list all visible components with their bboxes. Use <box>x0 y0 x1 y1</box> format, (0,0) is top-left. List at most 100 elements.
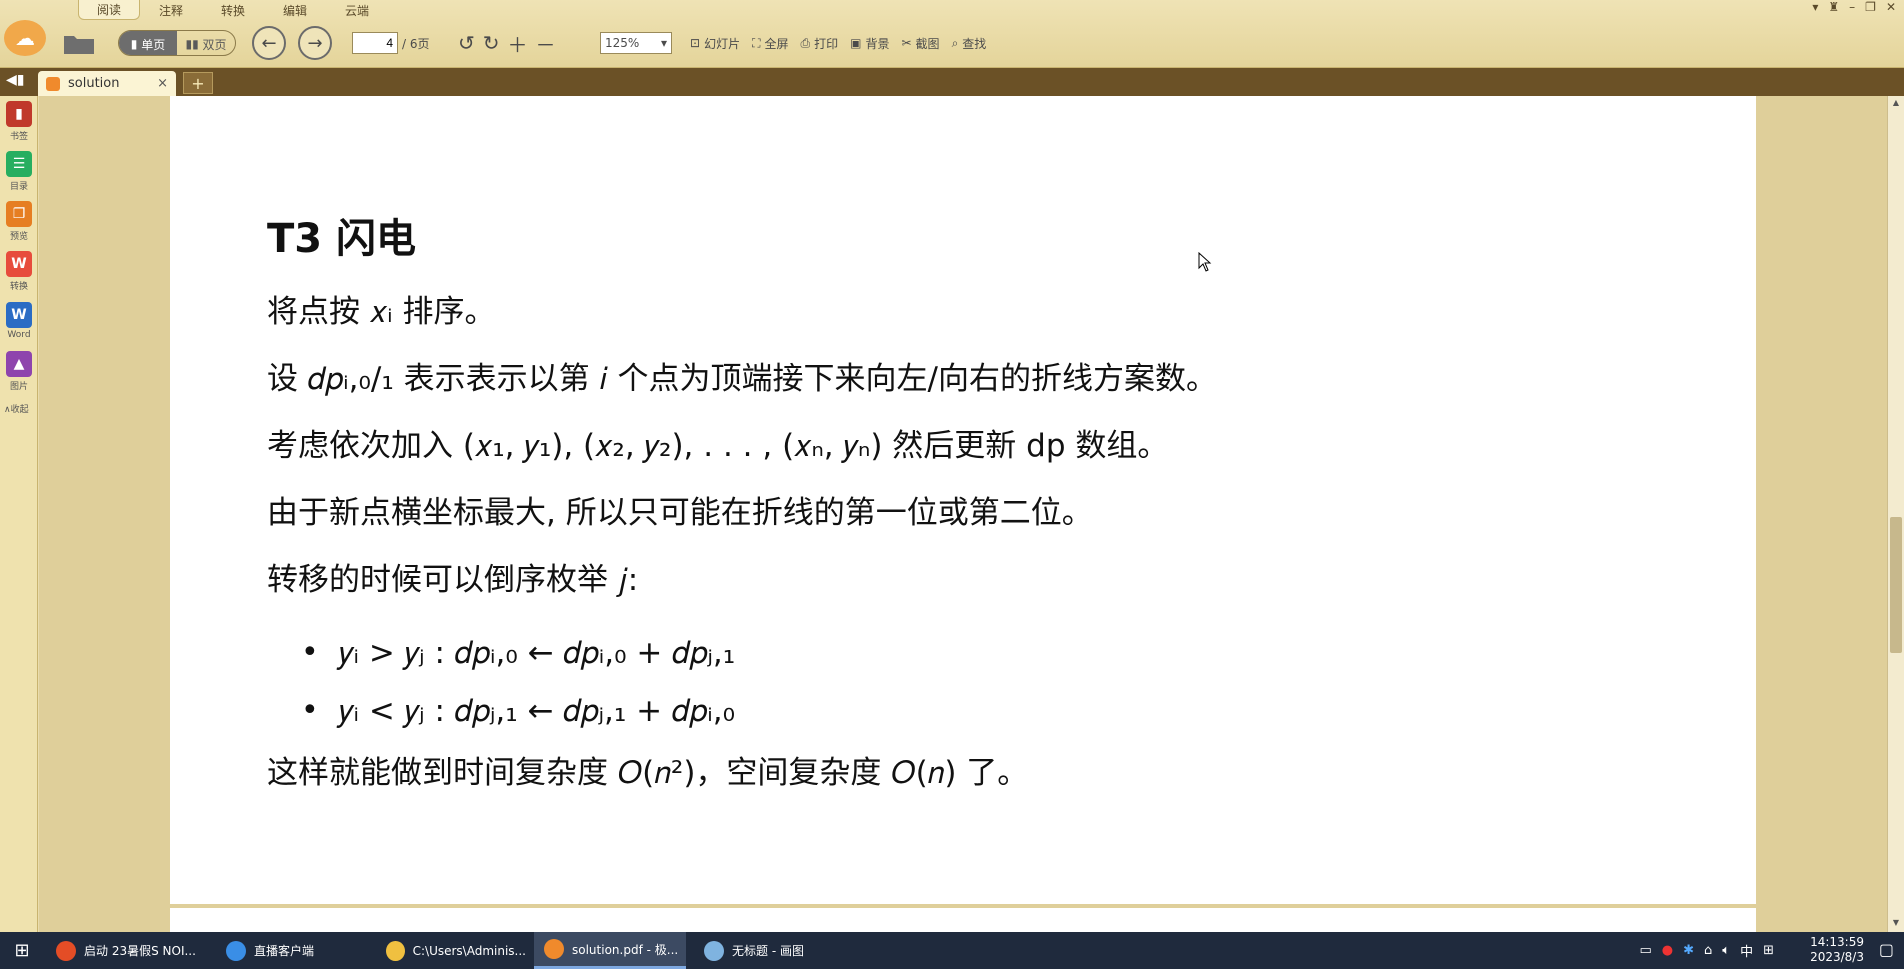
transition-list: 𝑦ᵢ > 𝑦ⱼ : 𝑑𝑝ᵢ,₀ ← 𝑑𝑝ᵢ,₀ + 𝑑𝑝ⱼ,₁ 𝑦ᵢ < 𝑦ⱼ … <box>267 633 1567 749</box>
menu-tab-annotate[interactable]: 注释 <box>140 0 202 20</box>
system-clock[interactable]: 14:13:59 2023/8/3 <box>1810 935 1864 965</box>
keyboard-icon[interactable]: ⊞ <box>1763 943 1774 958</box>
rotate-left-icon[interactable]: ↺ <box>458 31 475 55</box>
scroll-down-icon[interactable]: ▼ <box>1890 918 1902 930</box>
menu-tab-convert[interactable]: 转换 <box>202 0 264 20</box>
minimize-icon[interactable]: – <box>1849 0 1855 14</box>
taskbar-app-2[interactable]: C:\Users\Adminis... <box>376 932 526 969</box>
app-icon <box>544 939 564 959</box>
list-item: 𝑦ᵢ > 𝑦ⱼ : 𝑑𝑝ᵢ,₀ ← 𝑑𝑝ᵢ,₀ + 𝑑𝑝ⱼ,₁ <box>301 633 1567 691</box>
sidebar-item-label: 图片 <box>9 381 28 392</box>
paragraph-line: 考虑依次加入 (𝑥₁, 𝑦₁), (𝑥₂, 𝑦₂), . . . , (𝑥ₙ, … <box>267 428 1169 464</box>
menu-tabs: 阅读 注释 转换 编辑 云端 <box>78 0 388 20</box>
bluetooth-icon[interactable]: ✱ <box>1683 943 1694 958</box>
sidebar-item-0[interactable]: ▮ 书签 <box>0 96 38 146</box>
paragraph-line: 由于新点横坐标最大, 所以只可能在折线的第一位或第二位。 <box>267 495 1093 531</box>
taskbar-app-label: 直播客户端 <box>254 944 315 958</box>
scroll-up-icon[interactable]: ▲ <box>1890 98 1902 110</box>
list-item: 𝑦ᵢ < 𝑦ⱼ : 𝑑𝑝ⱼ,₁ ← 𝑑𝑝ⱼ,₁ + 𝑑𝑝ᵢ,₀ <box>301 691 1567 749</box>
app-icon <box>386 940 405 961</box>
page-number-input[interactable] <box>352 32 398 54</box>
zoom-out-icon[interactable]: － <box>536 29 556 58</box>
sidebar-item-label: 预览 <box>9 231 28 242</box>
windows-taskbar: ⊞ 启动 23暑假S NOI... 直播客户端 C:\Users\Adminis..… <box>0 932 1904 969</box>
folder-icon <box>64 36 94 54</box>
sidebar-collapse-button[interactable]: ∧收起 <box>0 402 37 415</box>
ime-indicator[interactable]: 中 <box>1740 941 1753 960</box>
mouse-cursor-icon <box>1198 252 1212 272</box>
sidebar-tool-icon: ☰ <box>6 150 32 177</box>
clock-time: 14:13:59 <box>1810 935 1864 949</box>
taskbar-app-3[interactable]: solution.pdf - 极... <box>534 932 686 969</box>
slideshow-icon: ⊡ <box>690 36 701 50</box>
collapse-panel-icon[interactable]: ◀▮ <box>6 72 24 88</box>
sidebar-item-label: 转换 <box>9 281 28 292</box>
sidebar-tool-icon: ▮ <box>6 100 32 127</box>
app-logo-icon[interactable]: ☁ <box>4 20 46 56</box>
document-tab-bar: ◀▮ solution × + <box>0 68 1904 96</box>
taskbar-app-label: C:\Users\Adminis... <box>412 943 526 958</box>
fullscreen-icon: ⛶ <box>752 35 761 50</box>
document-viewport[interactable]: T3 闪电 将点按 𝑥ᵢ 排序。 设 𝑑𝑝ᵢ,₀/₁ 表示表示以第 𝑖 个点为顶… <box>39 96 1887 932</box>
zoom-select[interactable]: 125% ▾ <box>600 32 672 54</box>
arrow-right-icon: → <box>307 32 323 54</box>
tab-solution[interactable]: solution × <box>38 71 176 96</box>
pdf-icon <box>46 76 60 91</box>
find-button[interactable]: ⌕ 查找 <box>946 30 993 56</box>
battery-icon[interactable]: ▭ <box>1639 943 1651 958</box>
close-window-icon[interactable]: ✕ <box>1886 0 1896 14</box>
sidebar-item-2[interactable]: ❐ 预览 <box>0 196 38 246</box>
taskbar-app-1[interactable]: 直播客户端 <box>216 932 368 969</box>
prev-page-button[interactable]: ← <box>252 26 286 60</box>
left-sidebar: ▮ 书签 ☰ 目录 ❐ 预览 W 转换 W Word ▲ 图片 ∧收起 <box>0 96 38 932</box>
menu-tab-cloud[interactable]: 云端 <box>326 0 388 20</box>
print-button[interactable]: ⎙ 打印 <box>795 30 845 56</box>
taskbar-app-label: solution.pdf - 极... <box>572 942 679 957</box>
menu-tab-edit[interactable]: 编辑 <box>264 0 326 20</box>
zoom-in-icon[interactable]: ＋ <box>508 29 528 58</box>
screenshot-button[interactable]: ✂ 截图 <box>895 30 945 56</box>
next-pdf-page <box>170 908 1756 932</box>
sidebar-tool-icon: W <box>6 302 32 328</box>
taskbar-app-4[interactable]: 无标题 - 画图 <box>694 932 834 969</box>
next-page-button[interactable]: → <box>298 26 332 60</box>
double-page-button[interactable]: ▮▮ 双页 <box>177 31 235 55</box>
scroll-thumb[interactable] <box>1890 517 1902 653</box>
sidebar-tool-icon: ▲ <box>6 350 32 377</box>
rotate-right-icon[interactable]: ↻ <box>483 31 500 55</box>
background-button[interactable]: ▣ 背景 <box>844 30 895 56</box>
windows-start-icon[interactable]: ⊞ <box>0 932 44 969</box>
menu-tab-read[interactable]: 阅读 <box>78 0 140 20</box>
open-folder-button[interactable] <box>62 26 96 60</box>
notification-icon[interactable]: ▢ <box>1879 940 1894 959</box>
network-icon[interactable]: ⌂ <box>1704 943 1712 958</box>
printer-icon: ⎙ <box>800 35 811 50</box>
volume-icon[interactable]: 🔈︎ <box>1722 943 1730 958</box>
sidebar-tool-icon: W <box>6 250 32 277</box>
close-tab-icon[interactable]: × <box>157 76 168 91</box>
conclusion-line: 这样就能做到时间复杂度 𝑂(𝑛²)，空间复杂度 𝑂(𝑛) 了。 <box>267 755 1029 791</box>
single-page-button[interactable]: ▮ 单页 <box>119 31 177 55</box>
fullscreen-button[interactable]: ⛶ 全屏 <box>746 30 794 56</box>
sidebar-item-4[interactable]: W Word <box>0 296 38 346</box>
skin-icon[interactable]: ▾ <box>1812 0 1818 14</box>
arrow-left-icon: ← <box>261 32 277 54</box>
scissors-icon: ✂ <box>901 36 912 50</box>
pdf-page: T3 闪电 将点按 𝑥ᵢ 排序。 设 𝑑𝑝ᵢ,₀/₁ 表示表示以第 𝑖 个点为顶… <box>170 96 1756 904</box>
taskbar-app-label: 启动 23暑假S NOI... <box>84 944 196 958</box>
sidebar-item-1[interactable]: ☰ 目录 <box>0 146 38 196</box>
restore-icon[interactable]: ❐ <box>1865 0 1876 14</box>
taskbar-app-0[interactable]: 启动 23暑假S NOI... <box>46 932 210 969</box>
sidebar-item-label: 书签 <box>9 131 28 142</box>
tab-title: solution <box>68 76 120 91</box>
clock-date: 2023/8/3 <box>1810 950 1864 964</box>
chevron-down-icon: ▾ <box>660 36 667 50</box>
sidebar-item-5[interactable]: ▲ 图片 <box>0 346 38 396</box>
record-icon[interactable]: ● <box>1662 943 1673 958</box>
vertical-scrollbar[interactable]: ▲ ▼ <box>1887 96 1904 932</box>
taskbar-app-label: 无标题 - 画图 <box>732 944 804 958</box>
shirt-icon[interactable]: ♜ <box>1828 0 1839 14</box>
add-tab-button[interactable]: + <box>183 72 213 94</box>
sidebar-item-3[interactable]: W 转换 <box>0 246 38 296</box>
slideshow-button[interactable]: ⊡ 幻灯片 <box>684 30 746 56</box>
